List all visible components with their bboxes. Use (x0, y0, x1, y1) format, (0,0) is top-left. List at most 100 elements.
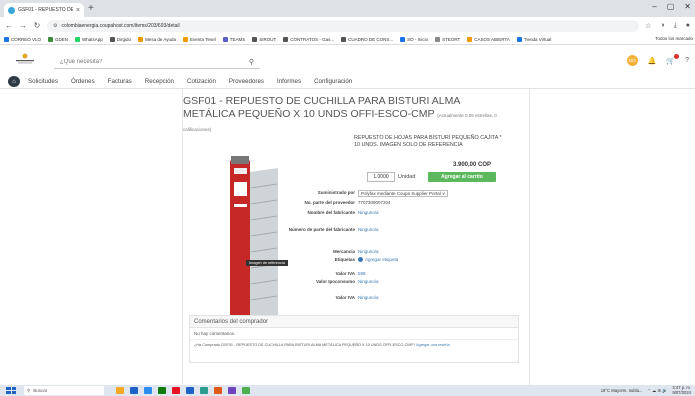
close-window-button[interactable]: ✕ (684, 2, 691, 11)
browser-tab[interactable]: GSF01 - REPUESTO DE CUCH... × (4, 3, 84, 17)
back-icon[interactable]: ← (5, 21, 13, 30)
nav-recepcion[interactable]: Recepción (145, 78, 174, 85)
browser-tab-strip: GSF01 - REPUESTO DE CUCH... × + – ▢ ✕ (0, 0, 695, 17)
address-url: colombiaenergia.coupahost.com/items/203/… (61, 22, 180, 29)
taskbar-app-icon[interactable] (214, 387, 222, 394)
downloads-icon[interactable]: ⤓ (674, 22, 677, 30)
bookmark-item[interactable]: CUADRO DE CONS... (341, 36, 393, 42)
windows-taskbar: ⚲ Buscar 19°C Mayorm. nubla... ⌃ ☁ ⊞ 🔊 3… (0, 385, 695, 396)
forward-icon[interactable]: → (19, 21, 27, 30)
bookmark-item[interactable]: CASOS ABIERTA (467, 36, 510, 42)
quantity-field[interactable] (367, 172, 395, 182)
clock-date: 9/07/2024 (672, 389, 691, 395)
search-icon: ⚲ (27, 387, 31, 393)
bookmark-favicon-icon (4, 36, 9, 42)
cart-icon[interactable]: 🛒 (666, 53, 680, 65)
taskbar-app-icon[interactable] (186, 387, 194, 394)
tab-close-icon[interactable]: × (76, 7, 80, 14)
bookmark-item[interactable]: Tienda Virtual (516, 36, 552, 42)
window-controls: – ▢ ✕ (652, 2, 691, 11)
weather-widget[interactable]: 19°C Mayorm. nubla... (601, 388, 643, 393)
bookmark-item[interactable]: GDEN (48, 36, 69, 42)
nav-configuracion[interactable]: Configuración (314, 78, 352, 85)
bookmark-label: GDEN (55, 36, 69, 42)
attr-value[interactable]: Ninguno/a (358, 249, 379, 254)
taskbar-app-icon[interactable] (158, 387, 166, 394)
reload-icon[interactable]: ↻ (33, 21, 41, 30)
taskbar-app-icon[interactable] (116, 387, 124, 394)
cart-badge (674, 53, 680, 59)
attr-label: Valor IVA (335, 295, 355, 300)
bookmark-item[interactable]: CORREO VLO (4, 36, 42, 42)
company-logo-icon[interactable] (14, 53, 36, 65)
bookmark-label: Mesa de Ayuda (145, 36, 177, 42)
taskbar-app-icon[interactable] (242, 387, 250, 394)
add-to-cart-button[interactable]: Agregar al carrito (428, 172, 496, 182)
add-tag-link[interactable]: Agregar etiqueta (358, 257, 398, 263)
attr-label: Nombre del fabricante (307, 210, 355, 215)
tray-icons[interactable]: ⌃ ☁ ⊞ 🔊 (647, 388, 667, 394)
bookmark-label: TEAMS (229, 36, 246, 42)
clock[interactable]: 3:47 p. m. 9/07/2024 (672, 385, 691, 395)
add-review-link[interactable]: Agregar una reseña (416, 343, 450, 347)
nav-informes[interactable]: Informes (277, 78, 301, 85)
user-avatar[interactable]: GO (626, 55, 638, 66)
home-icon[interactable]: ⌂ (8, 76, 20, 87)
minimize-button[interactable]: – (652, 2, 656, 11)
address-bar[interactable]: ⚙ colombiaenergia.coupahost.com/items/20… (47, 19, 640, 32)
nav-facturas[interactable]: Facturas (108, 78, 132, 85)
attr-label: Valor IVA (335, 271, 355, 276)
bookmark-label: CORREO VLO (11, 36, 42, 42)
all-bookmarks-link[interactable]: Todos los marcado (652, 36, 693, 41)
product-detail-panel: GSF01 - REPUESTO DE CUCHILLA PARA BISTUR… (182, 89, 530, 385)
extensions-icon[interactable]: ◑ (660, 22, 664, 30)
search-icon[interactable]: ⚲ (249, 58, 254, 66)
nav-proveedores[interactable]: Proveedores (229, 78, 264, 85)
bookmark-item[interactable]: SIROUT (252, 36, 276, 42)
taskbar-app-icon[interactable] (200, 387, 208, 394)
new-tab-button[interactable]: + (88, 3, 94, 15)
nav-cotizacion[interactable]: Cotización (187, 78, 216, 85)
review-prompt: ¿Ha Comprado GSF01 - REPUESTO DE CUCHILL… (190, 340, 518, 350)
search-input[interactable] (60, 59, 240, 65)
attr-value: 7707309007204 (358, 200, 391, 205)
taskbar-app-icon[interactable] (130, 387, 138, 394)
help-icon[interactable]: ? (685, 57, 689, 64)
header-actions: GO 🔔 🛒 ? (626, 53, 689, 66)
unit-label: Unidad (398, 174, 416, 180)
nav-ordenes[interactable]: Órdenes (71, 78, 95, 85)
attr-value[interactable]: Ninguno/a (358, 210, 379, 215)
bookmark-label: STEORT (442, 36, 461, 42)
taskbar-app-icon[interactable] (172, 387, 180, 394)
product-title: GSF01 - REPUESTO DE CUCHILLA PARA BISTUR… (183, 95, 503, 136)
search-bar: ⚲ (54, 56, 260, 69)
bookmark-star-icon[interactable]: ☆ (645, 22, 651, 30)
bookmark-item[interactable]: Eventa Tesel (183, 36, 216, 42)
image-caption: Imagen de referencia (246, 260, 288, 266)
attr-consumption-tax: Valor Ipoconsumo Ninguno/a (283, 279, 533, 284)
supplier-select[interactable]: Polyfax mediante Coupa Supplier Portal ∨ (358, 190, 449, 197)
bookmark-item[interactable]: CONTRATOS - Gas... (283, 36, 334, 42)
bookmark-item[interactable]: STEORT (435, 36, 461, 42)
windows-start-icon[interactable] (6, 387, 16, 394)
attr-commodity: Mercancía Ninguno/a (283, 249, 533, 254)
bookmark-item[interactable]: Dirgido (109, 36, 131, 42)
bookmark-favicon-icon (48, 36, 54, 42)
maximize-button[interactable]: ▢ (667, 2, 675, 11)
nav-solicitudes[interactable]: Solicitudes (28, 78, 58, 85)
taskbar-search[interactable]: ⚲ Buscar (24, 386, 104, 395)
bookmark-item[interactable]: SO - Inicio (400, 36, 428, 42)
notifications-icon[interactable]: 🔔 (648, 57, 657, 65)
bookmark-favicon-icon (435, 36, 441, 42)
bookmark-label: Tienda Virtual (523, 36, 552, 42)
bookmark-favicon-icon (341, 36, 347, 42)
bookmark-item[interactable]: TEAMS (222, 36, 246, 42)
attr-value[interactable]: Ninguno/a (358, 227, 379, 232)
taskbar-app-icon[interactable] (144, 387, 152, 394)
comments-heading: Comentarios del comprador (190, 316, 518, 328)
bookmark-item[interactable]: WhatsApp (75, 36, 103, 42)
bookmark-item[interactable]: Mesa de Ayuda (138, 36, 177, 42)
site-info-icon[interactable]: ⚙ (53, 23, 57, 29)
taskbar-app-icon[interactable] (228, 387, 236, 394)
profile-icon[interactable]: ● (686, 22, 690, 30)
